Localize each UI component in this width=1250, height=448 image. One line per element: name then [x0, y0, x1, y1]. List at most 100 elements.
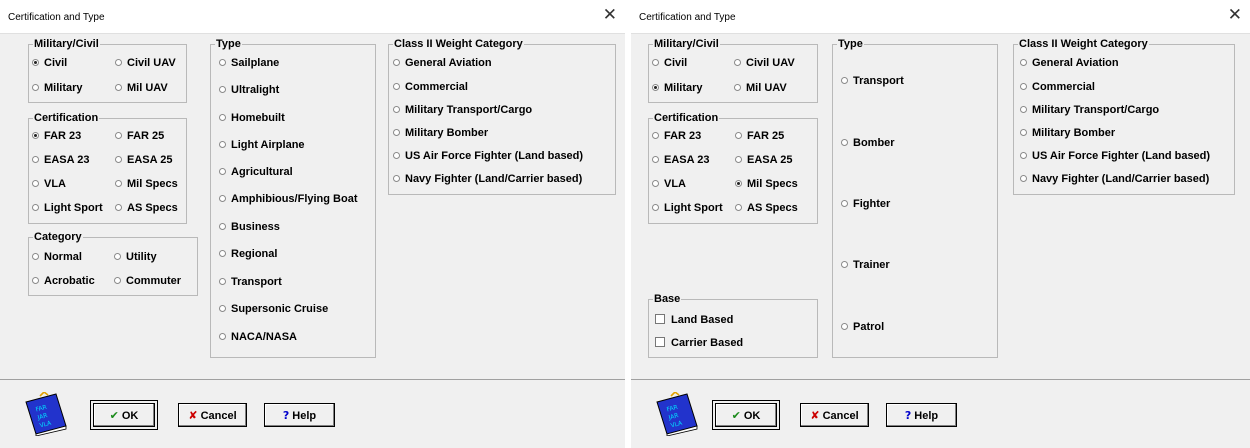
- checkmark-icon: ✔: [731, 409, 741, 422]
- radio-far23[interactable]: FAR 23: [652, 130, 701, 143]
- radio-normal[interactable]: Normal: [32, 251, 82, 264]
- radio-ultralight[interactable]: Ultralight: [219, 84, 279, 97]
- radio-trainer[interactable]: Trainer: [841, 259, 890, 272]
- cancel-button[interactable]: ✘ Cancel: [178, 403, 247, 427]
- radio-usaf-fighter[interactable]: US Air Force Fighter (Land based): [393, 150, 583, 163]
- radio-transport[interactable]: Transport: [841, 75, 904, 88]
- radio-military[interactable]: Military: [32, 82, 83, 95]
- close-icon[interactable]: ✕: [603, 7, 617, 24]
- radio-mil-specs[interactable]: Mil Specs: [735, 178, 798, 191]
- radio-indicator: [219, 167, 226, 175]
- radio-indicator: [652, 203, 659, 211]
- military-civil-legend: Military/Civil: [653, 38, 720, 50]
- radio-military-transport[interactable]: Military Transport/Cargo: [1020, 104, 1159, 117]
- radio-indicator: [393, 174, 400, 182]
- radio-easa23[interactable]: EASA 23: [32, 154, 89, 167]
- radio-indicator: [1020, 58, 1027, 66]
- radio-military-bomber[interactable]: Military Bomber: [1020, 127, 1115, 140]
- dialog-title: Certification and Type: [639, 12, 736, 23]
- radio-as-specs[interactable]: AS Specs: [735, 202, 798, 215]
- radio-indicator: [652, 131, 659, 139]
- button-bar: FAR JAR VLA ✔ OK ✘ Cancel ? Help: [0, 379, 625, 448]
- radio-navy-fighter[interactable]: Navy Fighter (Land/Carrier based): [393, 173, 582, 186]
- radio-indicator: [393, 82, 400, 90]
- radio-light-sport[interactable]: Light Sport: [652, 202, 723, 215]
- radio-homebuilt[interactable]: Homebuilt: [219, 112, 285, 125]
- radio-indicator: [115, 203, 122, 211]
- radio-military-bomber[interactable]: Military Bomber: [393, 127, 488, 140]
- radio-bomber[interactable]: Bomber: [841, 137, 895, 150]
- x-icon: ✘: [810, 409, 820, 422]
- radio-civil-uav[interactable]: Civil UAV: [734, 57, 795, 70]
- radio-far25[interactable]: FAR 25: [115, 130, 164, 143]
- radio-light-airplane[interactable]: Light Airplane: [219, 139, 305, 152]
- radio-indicator: [735, 179, 742, 187]
- type-legend: Type: [215, 38, 242, 50]
- checkmark-icon: ✔: [109, 409, 119, 422]
- radio-indicator: [652, 155, 659, 163]
- radio-sailplane[interactable]: Sailplane: [219, 57, 279, 70]
- radio-commercial[interactable]: Commercial: [393, 81, 468, 94]
- radio-naca-nasa[interactable]: NACA/NASA: [219, 331, 297, 344]
- radio-agricultural[interactable]: Agricultural: [219, 166, 293, 179]
- radio-mil-uav[interactable]: Mil UAV: [734, 82, 787, 95]
- radio-indicator: [32, 155, 39, 163]
- radio-indicator: [32, 276, 39, 284]
- radio-mil-uav[interactable]: Mil UAV: [115, 82, 168, 95]
- help-button[interactable]: ? Help: [264, 403, 335, 427]
- radio-military-transport[interactable]: Military Transport/Cargo: [393, 104, 532, 117]
- help-button[interactable]: ? Help: [886, 403, 957, 427]
- radio-patrol[interactable]: Patrol: [841, 321, 884, 334]
- radio-vla[interactable]: VLA: [32, 178, 66, 191]
- radio-general-aviation[interactable]: General Aviation: [393, 57, 492, 70]
- weight-category-group: Class II Weight Category General Aviatio…: [1013, 38, 1235, 195]
- radio-usaf-fighter[interactable]: US Air Force Fighter (Land based): [1020, 150, 1210, 163]
- radio-easa23[interactable]: EASA 23: [652, 154, 709, 167]
- radio-general-aviation[interactable]: General Aviation: [1020, 57, 1119, 70]
- radio-civil[interactable]: Civil: [32, 57, 67, 70]
- radio-commuter[interactable]: Commuter: [114, 275, 181, 288]
- radio-indicator: [219, 113, 226, 121]
- radio-utility[interactable]: Utility: [114, 251, 157, 264]
- checkbox-indicator: [655, 314, 665, 325]
- radio-easa25[interactable]: EASA 25: [735, 154, 792, 167]
- radio-indicator: [219, 222, 226, 230]
- radio-acrobatic[interactable]: Acrobatic: [32, 275, 95, 288]
- weight-category-legend: Class II Weight Category: [393, 38, 524, 50]
- radio-civil-uav[interactable]: Civil UAV: [115, 57, 176, 70]
- radio-civil[interactable]: Civil: [652, 57, 687, 70]
- close-icon[interactable]: ✕: [1228, 7, 1242, 24]
- checkbox-carrier-based[interactable]: Carrier Based: [655, 337, 743, 350]
- radio-indicator: [32, 203, 39, 211]
- radio-easa25[interactable]: EASA 25: [115, 154, 172, 167]
- radio-navy-fighter[interactable]: Navy Fighter (Land/Carrier based): [1020, 173, 1209, 186]
- radio-indicator: [32, 252, 39, 260]
- book-icon: FAR JAR VLA: [25, 392, 67, 436]
- cancel-button[interactable]: ✘ Cancel: [800, 403, 869, 427]
- radio-indicator: [114, 276, 121, 284]
- checkbox-land-based[interactable]: Land Based: [655, 314, 733, 327]
- x-icon: ✘: [188, 409, 198, 422]
- ok-button[interactable]: ✔ OK: [90, 400, 158, 430]
- radio-regional[interactable]: Regional: [219, 248, 277, 261]
- radio-as-specs[interactable]: AS Specs: [115, 202, 178, 215]
- radio-mil-specs[interactable]: Mil Specs: [115, 178, 178, 191]
- radio-light-sport[interactable]: Light Sport: [32, 202, 103, 215]
- radio-indicator: [219, 332, 226, 340]
- radio-indicator: [115, 58, 122, 66]
- radio-indicator: [115, 179, 122, 187]
- radio-far23[interactable]: FAR 23: [32, 130, 81, 143]
- radio-indicator: [735, 155, 742, 163]
- radio-business[interactable]: Business: [219, 221, 280, 234]
- radio-transport[interactable]: Transport: [219, 276, 282, 289]
- radio-supersonic-cruise[interactable]: Supersonic Cruise: [219, 303, 328, 316]
- radio-commercial[interactable]: Commercial: [1020, 81, 1095, 94]
- radio-far25[interactable]: FAR 25: [735, 130, 784, 143]
- radio-amphibious[interactable]: Amphibious/Flying Boat: [219, 193, 358, 206]
- radio-vla[interactable]: VLA: [652, 178, 686, 191]
- radio-indicator: [734, 58, 741, 66]
- base-group: Base Land Based Carrier Based: [648, 293, 818, 358]
- radio-fighter[interactable]: Fighter: [841, 198, 890, 211]
- ok-button[interactable]: ✔ OK: [712, 400, 780, 430]
- radio-military[interactable]: Military: [652, 82, 703, 95]
